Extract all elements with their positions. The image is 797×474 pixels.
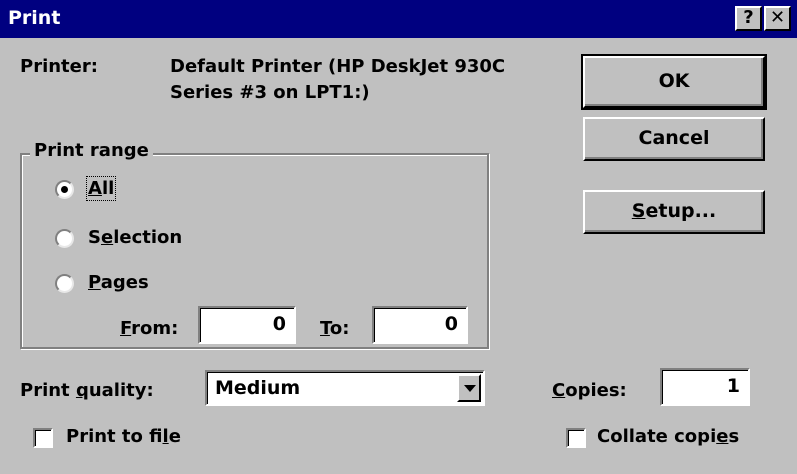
radio-pages[interactable] <box>55 274 74 293</box>
quality-accel: q <box>75 380 89 401</box>
to-label: To: <box>320 318 349 339</box>
pages-accel: P <box>88 272 101 293</box>
from-label: From: <box>120 318 178 339</box>
radio-all-label[interactable]: All <box>85 176 117 201</box>
from-input[interactable]: 0 <box>198 306 296 344</box>
collate-pre: Collate copi <box>597 426 717 447</box>
title-bar[interactable]: Print ? ✕ <box>0 0 797 38</box>
radio-selection[interactable] <box>55 229 74 248</box>
to-accel: T <box>320 318 330 339</box>
copies-label: Copies: <box>552 380 627 401</box>
pages-label-rest: ages <box>100 272 149 293</box>
printer-label: Printer: <box>20 56 98 77</box>
printer-name-line1: Default Printer (HP DeskJet 930C <box>170 56 506 77</box>
selection-accel: e <box>100 227 114 248</box>
all-label-rest: ll <box>101 178 115 199</box>
cancel-button[interactable]: Cancel <box>583 117 765 161</box>
collate-copies-checkbox[interactable] <box>566 428 586 448</box>
chevron-down-icon <box>464 385 476 392</box>
close-button[interactable]: ✕ <box>764 6 791 31</box>
help-button[interactable]: ? <box>735 6 762 31</box>
from-accel: F <box>120 318 132 339</box>
dropdown-button[interactable] <box>457 374 481 402</box>
to-input[interactable]: 0 <box>372 306 468 344</box>
print-to-file-label[interactable]: Print to file <box>66 426 181 447</box>
radio-pages-label[interactable]: Pages <box>88 272 149 293</box>
print-dialog: Print ? ✕ Printer: Default Printer (HP D… <box>0 0 797 474</box>
from-label-rest: rom: <box>131 318 179 339</box>
print-quality-value: Medium <box>215 377 301 399</box>
to-label-rest: o: <box>329 318 350 339</box>
print-quality-label: Print quality: <box>20 380 154 401</box>
print-range-legend: Print range <box>30 140 153 161</box>
quality-label-pre: Print <box>20 380 76 401</box>
collate-post: s <box>728 426 740 447</box>
window-title: Print <box>8 7 61 29</box>
copies-accel: C <box>552 380 566 401</box>
radio-selection-label[interactable]: Selection <box>88 227 182 248</box>
quality-label-post: uality: <box>88 380 154 401</box>
print-to-file-pre: Print to fi <box>66 426 163 447</box>
collate-copies-label[interactable]: Collate copies <box>597 426 739 447</box>
collate-accel: e <box>716 426 729 447</box>
copies-label-rest: opies: <box>565 380 627 401</box>
print-to-file-checkbox[interactable] <box>33 428 53 448</box>
print-quality-select[interactable]: Medium <box>205 370 485 406</box>
print-to-file-post: e <box>168 426 181 447</box>
printer-name-line2: Series #3 on LPT1:) <box>170 82 370 103</box>
setup-label: etup... <box>645 200 717 222</box>
radio-dot <box>61 186 68 193</box>
setup-button[interactable]: Setup... <box>583 190 765 234</box>
copies-input[interactable]: 1 <box>660 368 750 406</box>
setup-accel: S <box>631 200 646 222</box>
ok-button[interactable]: OK <box>581 54 767 110</box>
radio-all[interactable] <box>55 180 74 199</box>
all-accel: A <box>88 178 102 199</box>
selection-label-pre: S <box>88 227 101 248</box>
selection-label-rest: lection <box>113 227 183 248</box>
